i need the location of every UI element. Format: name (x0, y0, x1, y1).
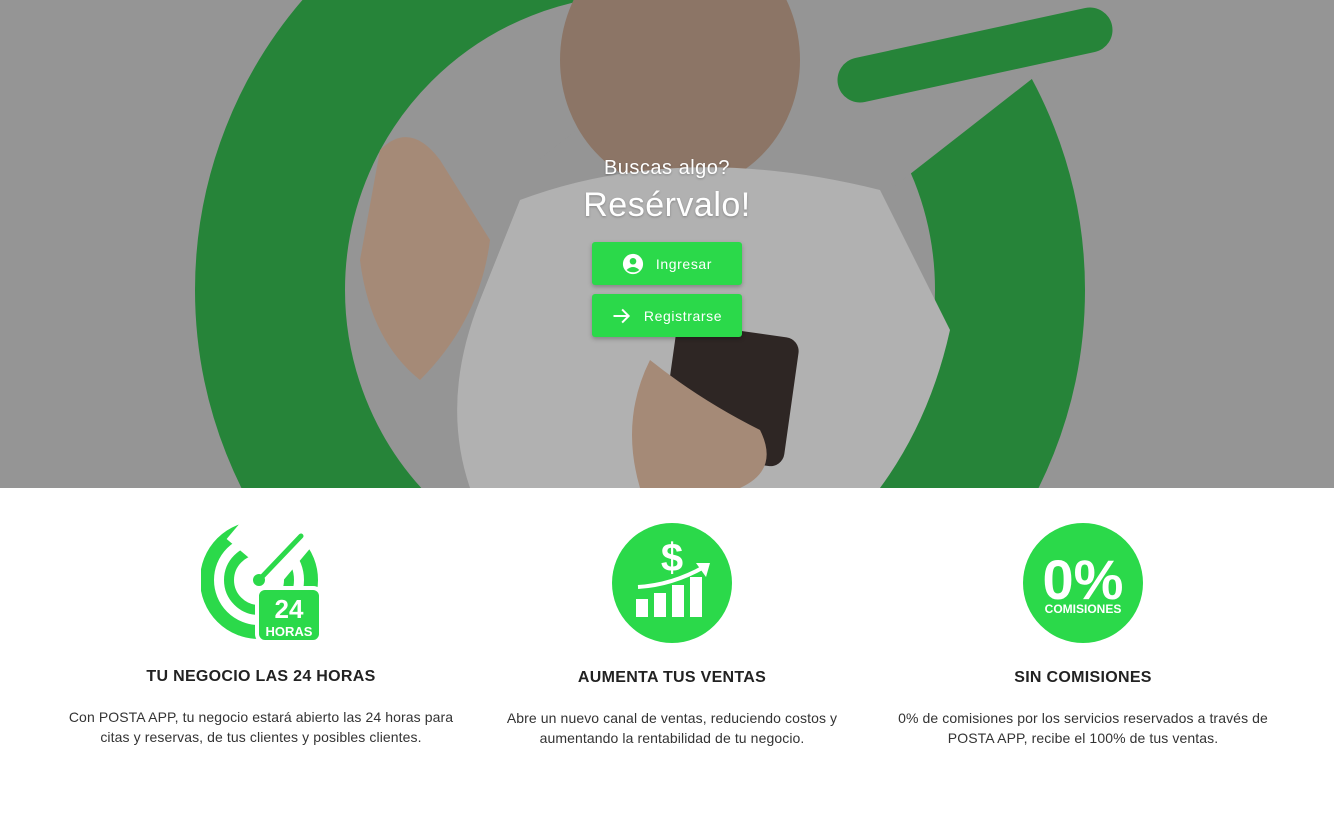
login-label: Ingresar (655, 255, 713, 272)
feature-description: 0% de comisiones por los servicios reser… (898, 710, 1268, 746)
icon-24-text: 24 (275, 594, 304, 624)
icon-comisiones-text: COMISIONES (1045, 602, 1122, 616)
icon-dollar-text: $ (661, 536, 683, 580)
feature-24-hours: 24 HORAS TU NEGOCIO LAS 24 HORAS Con POS… (61, 522, 461, 747)
features-section: 24 HORAS TU NEGOCIO LAS 24 HORAS Con POS… (0, 488, 1334, 816)
feature-description: Abre un nuevo canal de ventas, reduciend… (506, 710, 838, 746)
login-button[interactable]: Ingresar (592, 242, 742, 285)
sales-growth-icon: $ (612, 523, 732, 643)
hero-subtitle: Buscas algo? (603, 157, 731, 179)
arrow-right-icon (613, 308, 630, 323)
feature-title: AUMENTA TUS VENTAS (577, 669, 767, 686)
account-circle-icon (622, 253, 643, 274)
feature-title: SIN COMISIONES (1014, 669, 1152, 686)
feature-sales: $ AUMENTA TUS VENTAS Abre un nuevo canal… (472, 523, 872, 748)
feature-title: TU NEGOCIO LAS 24 HORAS (146, 668, 376, 685)
clock-24-hours-icon: 24 HORAS (201, 522, 321, 642)
feature-description: Con POSTA APP, tu negocio estará abierto… (68, 709, 454, 745)
register-label: Registrarse (643, 307, 723, 324)
hero-content: Buscas algo? Resérvalo! Ingresar Registr… (0, 0, 1334, 488)
feature-no-commissions: 0% COMISIONES SIN COMISIONES 0% de comis… (883, 523, 1283, 748)
icon-horas-text: HORAS (266, 624, 313, 639)
hero-title: Resérvalo! (583, 186, 751, 224)
zero-percent-icon: 0% COMISIONES (1023, 523, 1143, 643)
register-button[interactable]: Registrarse (592, 294, 742, 337)
hero-banner: Buscas algo? Resérvalo! Ingresar Registr… (0, 0, 1334, 488)
